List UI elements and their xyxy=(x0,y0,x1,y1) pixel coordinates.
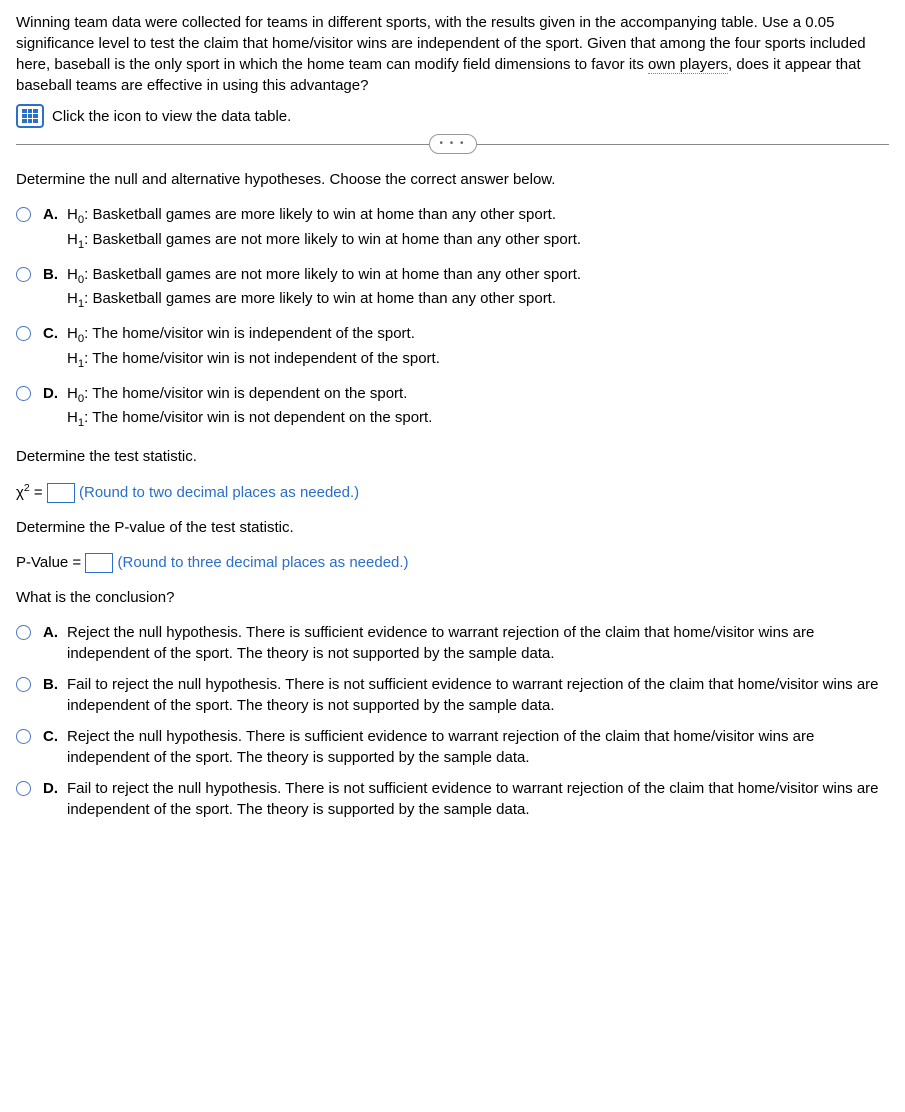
option-text: H0: Basketball games are more likely to … xyxy=(67,204,889,254)
option-text: Fail to reject the null hypothesis. Ther… xyxy=(67,674,889,716)
rounding-note: (Round to two decimal places as needed.) xyxy=(79,484,359,501)
option-letter: A. xyxy=(43,204,61,225)
equals-sign: = xyxy=(34,484,47,501)
radio-d[interactable] xyxy=(16,386,31,401)
option-text: Reject the null hypothesis. There is suf… xyxy=(67,622,889,664)
option-text: H0: The home/visitor win is independent … xyxy=(67,323,889,373)
conclusion-b: B. Fail to reject the null hypothesis. T… xyxy=(16,674,889,716)
option-a: A. H0: Basketball games are more likely … xyxy=(16,204,889,254)
radio-a[interactable] xyxy=(16,207,31,222)
option-letter: B. xyxy=(43,674,61,695)
test-statistic-prompt: Determine the test statistic. xyxy=(16,446,889,467)
chi-squared-input[interactable] xyxy=(47,483,75,503)
option-text: Fail to reject the null hypothesis. Ther… xyxy=(67,778,889,820)
conclusion-a: A. Reject the null hypothesis. There is … xyxy=(16,622,889,664)
intro-text: Winning team data were collected for tea… xyxy=(16,14,866,94)
radio-conclusion-d[interactable] xyxy=(16,781,31,796)
radio-b[interactable] xyxy=(16,267,31,282)
option-text: H0: Basketball games are not more likely… xyxy=(67,264,889,314)
rounding-note: (Round to three decimal places as needed… xyxy=(118,554,409,571)
pvalue-input[interactable] xyxy=(85,553,113,573)
conclusion-c: C. Reject the null hypothesis. There is … xyxy=(16,726,889,768)
pvalue-row: P-Value = (Round to three decimal places… xyxy=(16,552,889,573)
pvalue-label: P-Value = xyxy=(16,554,85,571)
section-divider: • • • xyxy=(16,144,889,145)
option-letter: C. xyxy=(43,726,61,747)
conclusion-d: D. Fail to reject the null hypothesis. T… xyxy=(16,778,889,820)
option-letter: B. xyxy=(43,264,61,285)
option-d: D. H0: The home/visitor win is dependent… xyxy=(16,383,889,433)
hypotheses-prompt: Determine the null and alternative hypot… xyxy=(16,169,889,190)
data-table-row: Click the icon to view the data table. xyxy=(16,104,889,128)
data-table-button[interactable] xyxy=(16,104,44,128)
ellipsis-icon[interactable]: • • • xyxy=(429,134,477,154)
hypotheses-options: A. H0: Basketball games are more likely … xyxy=(16,204,889,432)
option-text: Reject the null hypothesis. There is suf… xyxy=(67,726,889,768)
conclusion-options: A. Reject the null hypothesis. There is … xyxy=(16,622,889,820)
problem-statement: Winning team data were collected for tea… xyxy=(16,12,889,96)
option-text: H0: The home/visitor win is dependent on… xyxy=(67,383,889,433)
option-letter: A. xyxy=(43,622,61,643)
chi-squared-row: χ2 = (Round to two decimal places as nee… xyxy=(16,481,889,503)
option-b: B. H0: Basketball games are not more lik… xyxy=(16,264,889,314)
conclusion-prompt: What is the conclusion? xyxy=(16,587,889,608)
table-icon xyxy=(22,109,38,123)
radio-conclusion-a[interactable] xyxy=(16,625,31,640)
pvalue-prompt: Determine the P-value of the test statis… xyxy=(16,517,889,538)
data-table-link[interactable]: Click the icon to view the data table. xyxy=(52,106,291,127)
chi-symbol: χ2 xyxy=(16,484,30,501)
option-letter: D. xyxy=(43,383,61,404)
radio-c[interactable] xyxy=(16,326,31,341)
option-c: C. H0: The home/visitor win is independe… xyxy=(16,323,889,373)
radio-conclusion-b[interactable] xyxy=(16,677,31,692)
radio-conclusion-c[interactable] xyxy=(16,729,31,744)
option-letter: D. xyxy=(43,778,61,799)
option-letter: C. xyxy=(43,323,61,344)
dotted-term: own players xyxy=(648,56,728,74)
